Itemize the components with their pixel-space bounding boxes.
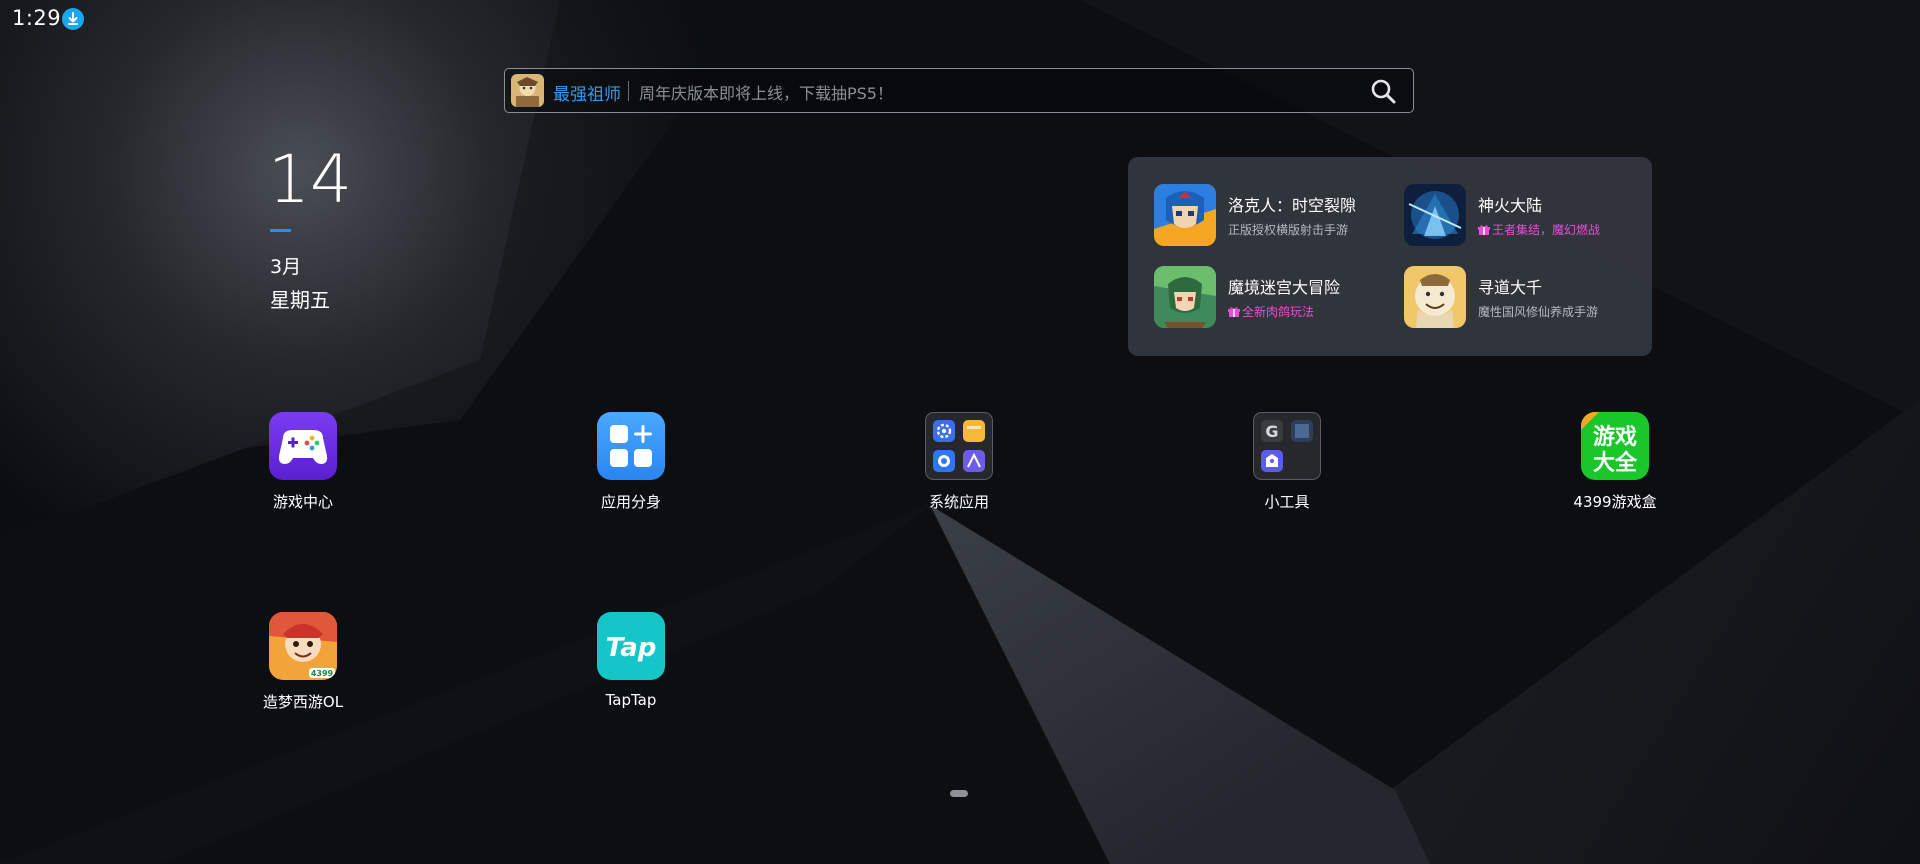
app-tools-folder[interactable]: G 小工具 <box>1217 412 1357 522</box>
date-month: 3月 <box>270 256 302 278</box>
tools-folder-icon[interactable]: G <box>1253 412 1321 480</box>
app-game-center[interactable]: 游戏中心 <box>233 412 373 522</box>
app-clone-icon[interactable] <box>597 412 665 480</box>
rec-game-shenhuo[interactable]: 神火大陆 王者集结，魔幻燃战 <box>1404 184 1644 248</box>
rec-game-subtitle: 魔性国风修仙养成手游 <box>1478 305 1599 319</box>
4399-icon-text-1: 游戏 <box>1593 424 1637 450</box>
4399-game-box-icon[interactable]: 游戏 大全 <box>1581 412 1649 480</box>
app-clone[interactable]: 应用分身 <box>561 412 701 522</box>
system-apps-folder-icon[interactable] <box>925 412 993 480</box>
4399-icon-text-2: 大全 <box>1593 450 1638 476</box>
gift-icon <box>1478 225 1490 235</box>
rec-game-subtitle: 王者集结，魔幻燃战 <box>1492 223 1601 237</box>
app-system-folder[interactable]: 系统应用 <box>889 412 1029 522</box>
app-label: 游戏中心 <box>272 493 333 511</box>
rec-game-subtitle: 全新肉鸽玩法 <box>1242 305 1315 319</box>
rec-game-promo: 全新肉鸽玩法 <box>1228 303 1314 320</box>
app-label: 应用分身 <box>600 493 661 511</box>
date-accent-line <box>270 229 291 232</box>
rec-game-title[interactable]: 神火大陆 <box>1478 192 1542 216</box>
svg-text:G: G <box>1265 422 1278 441</box>
app-zaomeng-xiyou[interactable]: 4399 造梦西游OL <box>233 612 373 722</box>
app-label: TapTap <box>605 691 657 709</box>
gamepad-icon[interactable] <box>269 412 337 480</box>
app-label: 造梦西游OL <box>262 693 344 711</box>
gift-icon <box>1228 307 1240 317</box>
rec-game-title[interactable]: 洛克人：时空裂隙 <box>1228 192 1356 216</box>
app-label: 小工具 <box>1264 493 1310 511</box>
rockman-game-icon[interactable] <box>1154 184 1216 246</box>
app-taptap[interactable]: Tap TapTap <box>561 612 701 722</box>
taptap-icon[interactable]: Tap <box>597 612 665 680</box>
page-indicator[interactable] <box>950 790 968 797</box>
search-input-hint[interactable]: 周年庆版本即将上线，下载抽PS5！ <box>639 80 893 104</box>
featured-game-icon[interactable] <box>511 74 544 107</box>
rec-game-xundao[interactable]: 寻道大千 魔性国风修仙养成手游 <box>1404 266 1644 330</box>
shenhuo-game-icon[interactable] <box>1404 184 1466 246</box>
app-label: 系统应用 <box>928 493 989 511</box>
rec-game-promo: 王者集结，魔幻燃战 <box>1478 221 1600 238</box>
rec-game-subtitle: 正版授权横版射击手游 <box>1228 223 1349 237</box>
rec-game-title[interactable]: 魔境迷宫大冒险 <box>1228 274 1340 298</box>
date-day: 14 <box>268 141 352 218</box>
date-weekday: 星期五 <box>270 288 330 312</box>
search-divider <box>628 81 629 101</box>
featured-game-name[interactable]: 最强祖师 <box>553 80 621 105</box>
rec-game-mojing[interactable]: 魔境迷宫大冒险 全新肉鸽玩法 <box>1154 266 1394 330</box>
xundao-game-icon[interactable] <box>1404 266 1466 328</box>
app-label: 4399游戏盒 <box>1573 493 1657 511</box>
status-time: 1:29 <box>12 6 62 30</box>
rec-game-title[interactable]: 寻道大千 <box>1478 274 1542 298</box>
zaomeng-xiyou-icon[interactable]: 4399 <box>269 612 337 680</box>
app-4399-box[interactable]: 游戏 大全 4399游戏盒 <box>1545 412 1685 522</box>
search-icon[interactable] <box>1369 77 1397 105</box>
download-icon <box>62 8 84 30</box>
rec-game-rockman[interactable]: 洛克人：时空裂隙 正版授权横版射击手游 <box>1154 184 1394 248</box>
mojing-game-icon[interactable] <box>1154 266 1216 328</box>
recommended-games-card: 洛克人：时空裂隙 正版授权横版射击手游 神火大陆 王者集结，魔幻燃战 魔境迷宫大… <box>1128 157 1652 356</box>
taptap-icon-text: Tap <box>606 633 657 663</box>
4399-badge-text: 4399 <box>311 669 334 678</box>
search-bar[interactable]: 最强祖师 周年庆版本即将上线，下载抽PS5！ <box>504 68 1414 113</box>
